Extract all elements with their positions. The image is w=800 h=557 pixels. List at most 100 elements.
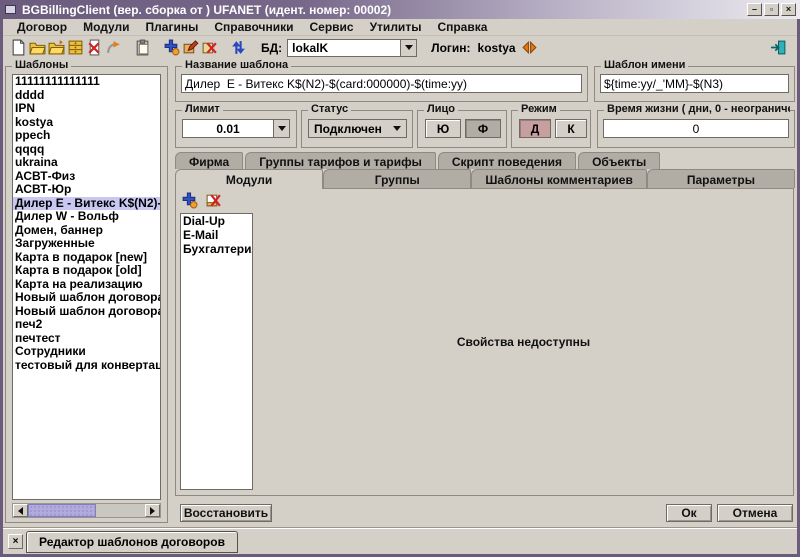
delete-entry-icon[interactable]: [201, 39, 218, 56]
db-combo-value: lokalK: [288, 41, 400, 55]
refresh-icon[interactable]: [230, 39, 247, 56]
titlebar[interactable]: BGBillingClient (вер. сборка от ) UFANET…: [0, 0, 800, 19]
menu-item[interactable]: Справка: [429, 20, 495, 34]
template-list-item[interactable]: dddd: [13, 89, 160, 103]
person-legal-toggle[interactable]: Ю: [425, 119, 461, 138]
scroll-left-icon[interactable]: [13, 504, 28, 517]
name-template-label: Шаблон имени: [601, 59, 688, 71]
template-list-item[interactable]: Сотрудники: [13, 345, 160, 359]
menu-item[interactable]: Справочники: [206, 20, 301, 34]
limit-label: Лимит: [182, 103, 223, 115]
menu-item[interactable]: Модули: [75, 20, 137, 34]
template-list-item[interactable]: Карта на реализацию: [13, 278, 160, 292]
templates-group: Шаблоны 11111111111111ddddIPNkostyappech…: [5, 66, 168, 523]
open-folder-alt-icon[interactable]: [48, 39, 65, 56]
module-list-item[interactable]: Dial-Up: [181, 214, 252, 228]
templates-list[interactable]: 11111111111111ddddIPNkostyappechqqqqukra…: [12, 74, 161, 500]
close-editor-tab-icon[interactable]: ×: [8, 534, 23, 549]
delete-document-icon[interactable]: [86, 39, 103, 56]
app-icon[interactable]: [5, 5, 16, 14]
outer-tab[interactable]: Объекты: [578, 152, 660, 169]
module-list-item[interactable]: E-Mail: [181, 228, 252, 242]
templates-group-title: Шаблоны: [12, 59, 71, 71]
template-list-item[interactable]: Новый шаблон договора: [13, 291, 160, 305]
add-entry-icon[interactable]: [163, 39, 180, 56]
modules-list[interactable]: Dial-UpE-MailБухгалтерия: [180, 213, 253, 490]
inner-tab[interactable]: Группы: [323, 169, 471, 188]
scrollbar-track[interactable]: [28, 504, 145, 517]
maximize-button[interactable]: ▫: [764, 3, 779, 16]
close-button[interactable]: ×: [781, 3, 796, 16]
new-document-icon[interactable]: [10, 39, 27, 56]
template-list-item[interactable]: qqqq: [13, 143, 160, 157]
cancel-button[interactable]: Отмена: [717, 504, 793, 522]
templates-horizontal-scrollbar[interactable]: [12, 503, 161, 518]
menu-item[interactable]: Утилиты: [362, 20, 430, 34]
outer-tab[interactable]: Группы тарифов и тарифы: [245, 152, 436, 169]
open-folder-icon[interactable]: [29, 39, 46, 56]
person-group: Лицо Ю Ф: [417, 110, 507, 148]
exit-icon[interactable]: [770, 39, 787, 56]
lifetime-group: Время жизни ( дни, 0 - неограничено: [597, 110, 795, 148]
template-list-item[interactable]: kostya: [13, 116, 160, 130]
lifetime-input[interactable]: [603, 119, 789, 138]
mode-k-toggle[interactable]: К: [555, 119, 587, 138]
mode-d-toggle[interactable]: Д: [519, 119, 551, 138]
ok-button[interactable]: Ок: [666, 504, 712, 522]
status-label: Статус: [308, 103, 351, 115]
scrollbar-thumb[interactable]: [28, 504, 96, 517]
menu-item[interactable]: Сервис: [301, 20, 361, 34]
module-list-item[interactable]: Бухгалтерия: [181, 242, 252, 256]
template-list-item[interactable]: печ2: [13, 318, 160, 332]
scroll-right-icon[interactable]: [145, 504, 160, 517]
delete-module-icon[interactable]: [205, 192, 222, 209]
template-list-item[interactable]: Домен, баннер: [13, 224, 160, 238]
template-list-item[interactable]: Карта в подарок [new]: [13, 251, 160, 265]
modules-tab-panel: Dial-UpE-MailБухгалтерия Свойства недост…: [175, 188, 794, 496]
db-combo-arrow[interactable]: [400, 40, 416, 56]
menubar: ДоговорМодулиПлагиныСправочникиСервисУти…: [3, 19, 797, 36]
menu-item[interactable]: Плагины: [138, 20, 207, 34]
status-combo[interactable]: Подключен: [308, 119, 407, 138]
person-physical-toggle[interactable]: Ф: [465, 119, 501, 138]
name-template-input[interactable]: [600, 74, 789, 93]
template-list-item[interactable]: АСВТ-Юр: [13, 183, 160, 197]
limit-combo-arrow[interactable]: [273, 120, 289, 137]
inner-tab[interactable]: Шаблоны комментариев: [471, 169, 646, 188]
template-list-item[interactable]: 11111111111111: [13, 75, 160, 89]
template-list-item[interactable]: Карта в подарок [old]: [13, 264, 160, 278]
inner-tab[interactable]: Параметры: [647, 169, 795, 188]
link-arrow-icon[interactable]: [105, 39, 122, 56]
status-value: Подключен: [309, 122, 393, 136]
name-template-group: Шаблон имени: [594, 66, 795, 102]
add-module-icon[interactable]: [181, 192, 198, 209]
template-list-item[interactable]: Дилер W - Вольф: [13, 210, 160, 224]
properties-unavailable-text: Свойства недоступны: [457, 335, 590, 349]
template-list-item[interactable]: Дилер Е - Витекс K$(N2)-$(card:000000)-$…: [13, 197, 160, 211]
inner-tab[interactable]: Модули: [175, 169, 323, 189]
outer-tab[interactable]: Фирма: [175, 152, 243, 169]
template-list-item[interactable]: IPN: [13, 102, 160, 116]
template-list-item[interactable]: печтест: [13, 332, 160, 346]
mode-label: Режим: [518, 103, 560, 115]
restore-button[interactable]: Восстановить: [180, 504, 272, 522]
outer-tab[interactable]: Скрипт поведения: [438, 152, 576, 169]
template-list-item[interactable]: ukraina: [13, 156, 160, 170]
limit-combo[interactable]: 0.01: [182, 119, 290, 138]
login-label: Логин:: [431, 41, 470, 55]
template-list-item[interactable]: Загруженные: [13, 237, 160, 251]
db-combo[interactable]: lokalK: [287, 39, 417, 57]
db-label: БД:: [261, 41, 282, 55]
edit-entry-icon[interactable]: [182, 39, 199, 56]
template-name-input[interactable]: [181, 74, 582, 93]
minimize-button[interactable]: –: [747, 3, 762, 16]
archive-drawers-icon[interactable]: [67, 39, 84, 56]
template-list-item[interactable]: Новый шаблон договора: [13, 305, 160, 319]
menu-item[interactable]: Договор: [9, 20, 75, 34]
template-list-item[interactable]: тестовый для конвертации: [13, 359, 160, 373]
template-list-item[interactable]: АСВТ-Физ: [13, 170, 160, 184]
template-list-item[interactable]: ppech: [13, 129, 160, 143]
editor-tab[interactable]: Редактор шаблонов договоров: [26, 531, 238, 553]
status-group: Статус Подключен: [301, 110, 413, 148]
paste-icon[interactable]: [134, 39, 151, 56]
